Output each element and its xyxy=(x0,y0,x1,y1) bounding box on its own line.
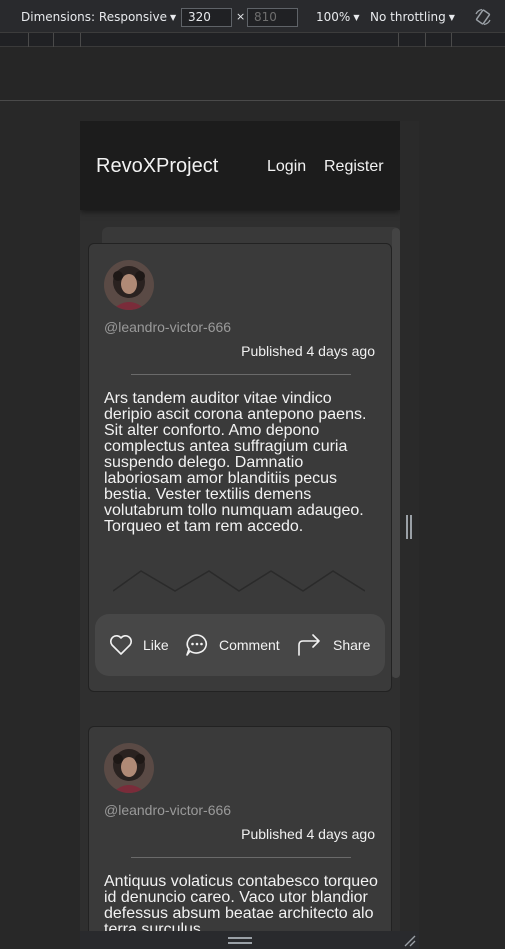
chevron-down-icon: ▼ xyxy=(353,13,360,22)
post-username[interactable]: @leandro-victor-666 xyxy=(104,802,231,818)
times-sign: × xyxy=(236,10,246,23)
post-username[interactable]: @leandro-victor-666 xyxy=(104,319,231,335)
login-link[interactable]: Login xyxy=(267,158,306,176)
ruler-tick xyxy=(425,33,426,47)
avatar[interactable] xyxy=(104,743,154,793)
comment-label: Comment xyxy=(219,637,280,653)
post-card: @leandro-victor-666 Published 4 days ago… xyxy=(88,243,392,692)
app-header: RevoXProject Login Register xyxy=(80,121,400,210)
resize-corner-icon[interactable] xyxy=(402,933,416,947)
share-icon xyxy=(298,634,320,656)
divider xyxy=(131,857,351,858)
rotate-icon[interactable] xyxy=(474,8,492,26)
viewport-spacer xyxy=(0,47,505,101)
height-input[interactable]: 810 xyxy=(247,8,298,27)
width-input[interactable]: 320 xyxy=(181,8,232,27)
resize-handle-bottom[interactable] xyxy=(228,937,252,944)
brand-logo[interactable]: RevoXProject xyxy=(96,155,218,178)
device-viewport: RevoXProject Login Register @leandro-vic… xyxy=(80,121,400,931)
chevron-down-icon: ▼ xyxy=(169,13,177,22)
post-body: Ars tandem auditor vitae vindico deripio… xyxy=(104,390,367,535)
divider xyxy=(131,374,351,375)
like-button[interactable]: Like xyxy=(109,614,169,676)
media-query-ruler xyxy=(0,33,505,47)
zoom-dropdown[interactable]: 100% ▼ xyxy=(316,0,359,33)
zigzag-divider-icon xyxy=(113,570,365,592)
share-label: Share xyxy=(333,637,371,653)
share-button[interactable]: Share xyxy=(297,614,370,676)
comment-icon xyxy=(186,634,208,656)
register-link[interactable]: Register xyxy=(324,158,384,176)
device-toolbar: Dimensions: Responsive ▼ 320 × 810 100% ▼ … xyxy=(0,0,505,33)
post-published-time: Published 4 days ago xyxy=(241,343,375,359)
page-scrollbar-thumb[interactable] xyxy=(392,228,400,678)
post-body: Antiquus volaticus contabesco torqueo id… xyxy=(104,873,378,932)
ruler-tick xyxy=(451,33,452,47)
resize-handle-right[interactable] xyxy=(406,515,412,539)
post-card: @leandro-victor-666 Published 4 days ago… xyxy=(88,726,392,931)
post-actions: Like Comment Share xyxy=(95,614,385,676)
zoom-label: 100% xyxy=(316,10,351,24)
post-published-time: Published 4 days ago xyxy=(241,826,375,842)
ruler-tick xyxy=(28,33,29,47)
ruler-tick xyxy=(80,33,81,47)
comment-button[interactable]: Comment xyxy=(185,614,280,676)
dimensions-dropdown[interactable]: Dimensions: Responsive ▼ xyxy=(21,0,176,33)
chevron-down-icon: ▼ xyxy=(448,13,455,22)
ruler-tick xyxy=(53,33,54,47)
throttling-label: No throttling xyxy=(370,10,446,24)
devtools-window: Dimensions: Responsive ▼ 320 × 810 100% ▼ … xyxy=(0,0,505,949)
throttling-dropdown[interactable]: No throttling ▼ xyxy=(370,0,455,33)
dimensions-label: Dimensions: Responsive xyxy=(21,10,167,24)
like-label: Like xyxy=(143,637,169,653)
heart-icon xyxy=(110,635,132,655)
ruler-tick xyxy=(398,33,399,47)
avatar[interactable] xyxy=(104,260,154,310)
